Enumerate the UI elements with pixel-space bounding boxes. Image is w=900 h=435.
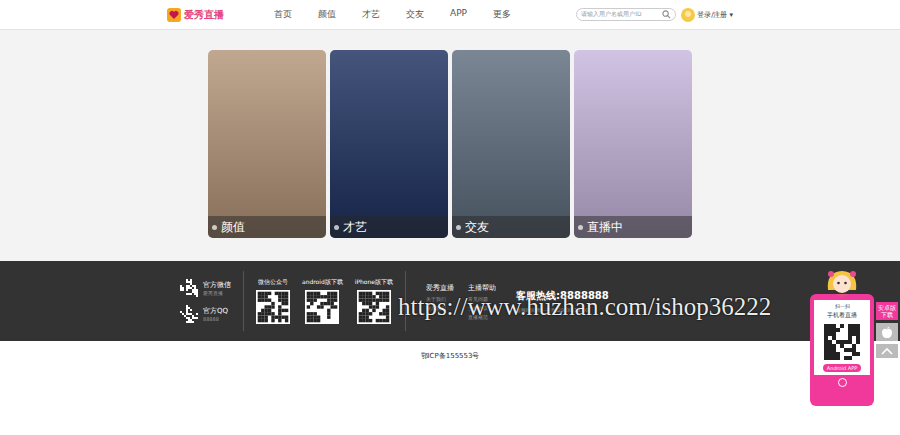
dot-icon xyxy=(212,225,217,230)
category-card[interactable]: 才艺 xyxy=(330,50,448,238)
search-field[interactable]: 请输入用户名或用户ID xyxy=(576,8,676,21)
qr-code-icon xyxy=(305,290,339,324)
download-item[interactable]: android版下载 xyxy=(302,278,343,324)
phone-screen: 扫一扫手机看直播Android APP xyxy=(814,300,870,375)
watermark: https://www.huzhan.com/ishop36222 xyxy=(398,293,771,321)
home-button-icon xyxy=(838,378,847,387)
download-item[interactable]: 微信公众号 xyxy=(256,278,290,324)
dot-icon xyxy=(578,225,583,230)
category-card[interactable]: 交友 xyxy=(452,50,570,238)
nav-item[interactable]: 颜值 xyxy=(318,8,336,21)
side-tools: 安卓版下载 xyxy=(876,302,898,358)
app-download-widget[interactable]: 扫一扫手机看直播Android APP xyxy=(810,268,874,406)
qr-code-icon xyxy=(256,290,290,324)
nav-item[interactable]: 首页 xyxy=(274,8,292,21)
phone-frame: 扫一扫手机看直播Android APP xyxy=(810,294,874,406)
category-area: 颜值才艺交友直播中 xyxy=(0,30,900,261)
logo-text: 爱秀直播 xyxy=(184,8,224,22)
contact-item[interactable]: 官方QQ88888 xyxy=(180,305,231,323)
nav-item[interactable]: APP xyxy=(450,8,467,21)
cartoon-girl-icon xyxy=(822,268,862,298)
apple-button[interactable] xyxy=(876,323,898,341)
caret-icon: ▾ xyxy=(729,11,733,19)
category-cards: 颜值才艺交友直播中 xyxy=(0,50,900,238)
back-to-top-button[interactable] xyxy=(876,344,898,358)
qr-code-icon xyxy=(357,290,391,324)
card-label: 才艺 xyxy=(330,216,448,238)
logo[interactable]: 爱秀直播 xyxy=(167,8,224,22)
contact-item[interactable]: 官方微信爱秀直播 xyxy=(180,279,231,297)
login-text: 登录/注册 xyxy=(697,10,727,20)
arrow-up-icon xyxy=(881,347,893,355)
top-bar: 爱秀直播 首页 颜值 才艺 交友 APP 更多 请输入用户名或用户ID 登录/注册▾ xyxy=(0,0,900,30)
android-app-button[interactable]: Android APP xyxy=(823,364,861,372)
qr-code-icon xyxy=(822,322,862,362)
downloads: 微信公众号 android版下载 iPhone版下载 xyxy=(256,278,393,324)
nav-item[interactable]: 更多 xyxy=(493,8,511,21)
card-label: 直播中 xyxy=(574,216,692,238)
contacts: 官方微信爱秀直播官方QQ88888 xyxy=(180,279,231,323)
nav-item[interactable]: 交友 xyxy=(406,8,424,21)
category-card[interactable]: 颜值 xyxy=(208,50,326,238)
avatar-icon xyxy=(681,8,695,22)
card-label: 颜值 xyxy=(208,216,326,238)
heart-logo-icon xyxy=(167,8,181,22)
download-item[interactable]: iPhone版下载 xyxy=(355,278,393,324)
divider xyxy=(243,271,244,331)
qr-code-icon xyxy=(180,279,198,297)
nav-item[interactable]: 才艺 xyxy=(362,8,380,21)
category-card[interactable]: 直播中 xyxy=(574,50,692,238)
search-placeholder: 请输入用户名或用户ID xyxy=(581,10,641,19)
apple-icon xyxy=(881,326,893,339)
page: 爱秀直播首页颜值才艺交友APP更多请输入用户名或用户ID登录/注册▾颜值才艺交友… xyxy=(0,0,900,435)
qr-code-icon xyxy=(180,305,198,323)
main-nav: 首页 颜值 才艺 交友 APP 更多 xyxy=(274,8,511,21)
card-label: 交友 xyxy=(452,216,570,238)
dot-icon xyxy=(456,225,461,230)
search-icon[interactable] xyxy=(662,10,671,19)
android-download-button[interactable]: 安卓版下载 xyxy=(876,302,898,320)
login-menu[interactable]: 登录/注册▾ xyxy=(681,8,733,22)
icp-record: 鄂ICP备155553号 xyxy=(0,341,900,361)
dot-icon xyxy=(334,225,339,230)
